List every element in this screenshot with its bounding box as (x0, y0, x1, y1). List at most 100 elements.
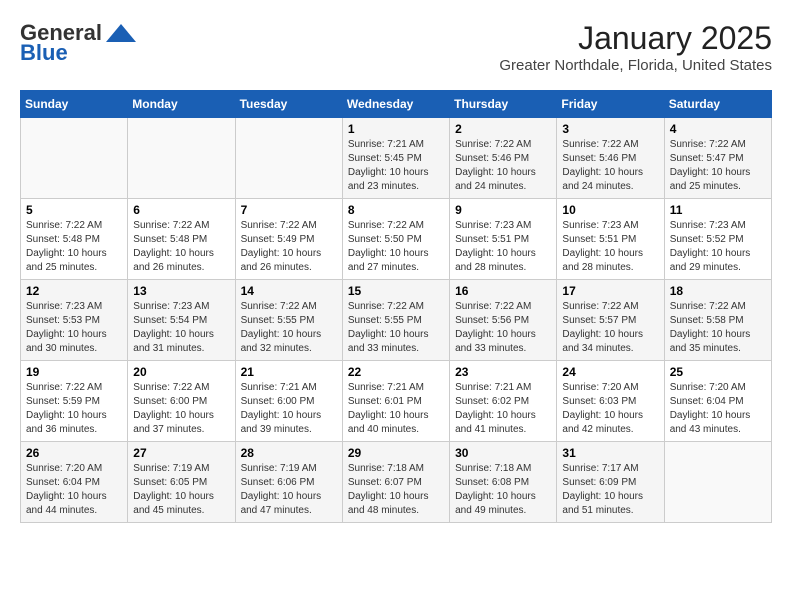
cell-w0-d2 (235, 118, 342, 199)
title-section: January 2025 Greater Northdale, Florida,… (499, 20, 772, 74)
day-number: 28 (241, 446, 337, 460)
header-monday: Monday (128, 91, 235, 118)
logo-text-blue: Blue (20, 40, 68, 66)
cell-w1-d1: 6 Sunrise: 7:22 AMSunset: 5:48 PMDaylight… (128, 199, 235, 280)
cell-w3-d2: 21 Sunrise: 7:21 AMSunset: 6:00 PMDayligh… (235, 361, 342, 442)
day-info: Sunrise: 7:22 AMSunset: 5:58 PMDaylight:… (670, 300, 766, 356)
day-number: 22 (348, 365, 444, 379)
day-info: Sunrise: 7:22 AMSunset: 5:55 PMDaylight:… (241, 300, 337, 356)
day-info: Sunrise: 7:21 AMSunset: 6:00 PMDaylight:… (241, 381, 337, 437)
cell-w3-d1: 20Sunrise: 7:22 AMSunset: 6:00 PMDayligh… (128, 361, 235, 442)
cell-w2-d6: 18 Sunrise: 7:22 AMSunset: 5:58 PMDayligh… (664, 280, 771, 361)
page-header: General Blue January 2025 Greater Northd… (20, 20, 772, 74)
day-info: Sunrise: 7:23 AMSunset: 5:54 PMDaylight:… (133, 300, 229, 356)
header-friday: Friday (557, 91, 664, 118)
cell-w4-d0: 26Sunrise: 7:20 AMSunset: 6:04 PMDayligh… (21, 442, 128, 523)
day-info: Sunrise: 7:22 AMSunset: 5:55 PMDaylight:… (348, 300, 444, 356)
week-row-0: 1 Sunrise: 7:21 AMSunset: 5:45 PMDaylight… (21, 118, 772, 199)
day-info: Sunrise: 7:22 AMSunset: 5:46 PMDaylight:… (562, 138, 658, 194)
day-info: Sunrise: 7:22 AMSunset: 6:00 PMDaylight:… (133, 381, 229, 437)
day-number: 15 (348, 284, 444, 298)
day-number: 3 (562, 122, 658, 136)
cell-w3-d5: 24 Sunrise: 7:20 AMSunset: 6:03 PMDayligh… (557, 361, 664, 442)
cell-w2-d3: 15 Sunrise: 7:22 AMSunset: 5:55 PMDayligh… (342, 280, 449, 361)
day-number: 2 (455, 122, 551, 136)
cell-w0-d0 (21, 118, 128, 199)
cell-w0-d3: 1 Sunrise: 7:21 AMSunset: 5:45 PMDaylight… (342, 118, 449, 199)
day-number: 1 (348, 122, 444, 136)
week-row-3: 19 Sunrise: 7:22 AMSunset: 5:59 PMDayligh… (21, 361, 772, 442)
day-number: 17 (562, 284, 658, 298)
logo-icon (106, 24, 136, 42)
day-number: 19 (26, 365, 122, 379)
day-info: Sunrise: 7:21 AMSunset: 6:01 PMDaylight:… (348, 381, 444, 437)
day-info: Sunrise: 7:23 AMSunset: 5:51 PMDaylight:… (562, 219, 658, 275)
cell-w4-d2: 28 Sunrise: 7:19 AMSunset: 6:06 PMDayligh… (235, 442, 342, 523)
day-number: 27 (133, 446, 229, 460)
day-number: 6 (133, 203, 229, 217)
day-number: 29 (348, 446, 444, 460)
day-number: 4 (670, 122, 766, 136)
day-number: 16 (455, 284, 551, 298)
day-info: Sunrise: 7:18 AMSunset: 6:08 PMDaylight:… (455, 462, 551, 518)
header-thursday: Thursday (450, 91, 557, 118)
cell-w1-d2: 7Sunrise: 7:22 AMSunset: 5:49 PMDaylight… (235, 199, 342, 280)
cell-w0-d4: 2 Sunrise: 7:22 AMSunset: 5:46 PMDaylight… (450, 118, 557, 199)
cell-w3-d3: 22 Sunrise: 7:21 AMSunset: 6:01 PMDayligh… (342, 361, 449, 442)
header-wednesday: Wednesday (342, 91, 449, 118)
day-info: Sunrise: 7:19 AMSunset: 6:05 PMDaylight:… (133, 462, 229, 518)
cell-w1-d0: 5Sunrise: 7:22 AMSunset: 5:48 PMDaylight… (21, 199, 128, 280)
week-row-2: 12Sunrise: 7:23 AMSunset: 5:53 PMDayligh… (21, 280, 772, 361)
day-number: 24 (562, 365, 658, 379)
day-info: Sunrise: 7:21 AMSunset: 5:45 PMDaylight:… (348, 138, 444, 194)
calendar-table: Sunday Monday Tuesday Wednesday Thursday… (20, 90, 772, 523)
cell-w2-d4: 16 Sunrise: 7:22 AMSunset: 5:56 PMDayligh… (450, 280, 557, 361)
day-info: Sunrise: 7:23 AMSunset: 5:51 PMDaylight:… (455, 219, 551, 275)
day-info: Sunrise: 7:18 AMSunset: 6:07 PMDaylight:… (348, 462, 444, 518)
header-tuesday: Tuesday (235, 91, 342, 118)
cell-w1-d5: 10 Sunrise: 7:23 AMSunset: 5:51 PMDayligh… (557, 199, 664, 280)
day-info: Sunrise: 7:20 AMSunset: 6:04 PMDaylight:… (670, 381, 766, 437)
location-subtitle: Greater Northdale, Florida, United State… (499, 57, 772, 74)
cell-w4-d6 (664, 442, 771, 523)
day-number: 14 (241, 284, 337, 298)
day-number: 10 (562, 203, 658, 217)
day-number: 8 (348, 203, 444, 217)
month-title: January 2025 (499, 20, 772, 57)
cell-w4-d1: 27 Sunrise: 7:19 AMSunset: 6:05 PMDayligh… (128, 442, 235, 523)
day-info: Sunrise: 7:17 AMSunset: 6:09 PMDaylight:… (562, 462, 658, 518)
day-number: 30 (455, 446, 551, 460)
day-number: 13 (133, 284, 229, 298)
day-number: 7 (241, 203, 337, 217)
cell-w3-d4: 23Sunrise: 7:21 AMSunset: 6:02 PMDayligh… (450, 361, 557, 442)
day-number: 31 (562, 446, 658, 460)
day-info: Sunrise: 7:19 AMSunset: 6:06 PMDaylight:… (241, 462, 337, 518)
cell-w0-d1 (128, 118, 235, 199)
day-info: Sunrise: 7:22 AMSunset: 5:48 PMDaylight:… (133, 219, 229, 275)
day-info: Sunrise: 7:20 AMSunset: 6:03 PMDaylight:… (562, 381, 658, 437)
day-number: 21 (241, 365, 337, 379)
day-number: 11 (670, 203, 766, 217)
day-info: Sunrise: 7:22 AMSunset: 5:48 PMDaylight:… (26, 219, 122, 275)
day-info: Sunrise: 7:22 AMSunset: 5:57 PMDaylight:… (562, 300, 658, 356)
day-number: 9 (455, 203, 551, 217)
week-row-4: 26Sunrise: 7:20 AMSunset: 6:04 PMDayligh… (21, 442, 772, 523)
cell-w4-d5: 31 Sunrise: 7:17 AMSunset: 6:09 PMDayligh… (557, 442, 664, 523)
week-row-1: 5Sunrise: 7:22 AMSunset: 5:48 PMDaylight… (21, 199, 772, 280)
day-info: Sunrise: 7:22 AMSunset: 5:46 PMDaylight:… (455, 138, 551, 194)
cell-w2-d1: 13 Sunrise: 7:23 AMSunset: 5:54 PMDayligh… (128, 280, 235, 361)
cell-w1-d3: 8Sunrise: 7:22 AMSunset: 5:50 PMDaylight… (342, 199, 449, 280)
cell-w4-d4: 30 Sunrise: 7:18 AMSunset: 6:08 PMDayligh… (450, 442, 557, 523)
day-info: Sunrise: 7:22 AMSunset: 5:59 PMDaylight:… (26, 381, 122, 437)
cell-w0-d6: 4 Sunrise: 7:22 AMSunset: 5:47 PMDaylight… (664, 118, 771, 199)
day-info: Sunrise: 7:20 AMSunset: 6:04 PMDaylight:… (26, 462, 122, 518)
cell-w4-d3: 29 Sunrise: 7:18 AMSunset: 6:07 PMDayligh… (342, 442, 449, 523)
cell-w3-d0: 19 Sunrise: 7:22 AMSunset: 5:59 PMDayligh… (21, 361, 128, 442)
calendar-header-row: Sunday Monday Tuesday Wednesday Thursday… (21, 91, 772, 118)
cell-w3-d6: 25Sunrise: 7:20 AMSunset: 6:04 PMDayligh… (664, 361, 771, 442)
day-info: Sunrise: 7:22 AMSunset: 5:56 PMDaylight:… (455, 300, 551, 356)
cell-w1-d6: 11Sunrise: 7:23 AMSunset: 5:52 PMDayligh… (664, 199, 771, 280)
day-info: Sunrise: 7:22 AMSunset: 5:47 PMDaylight:… (670, 138, 766, 194)
day-number: 18 (670, 284, 766, 298)
cell-w2-d5: 17 Sunrise: 7:22 AMSunset: 5:57 PMDayligh… (557, 280, 664, 361)
